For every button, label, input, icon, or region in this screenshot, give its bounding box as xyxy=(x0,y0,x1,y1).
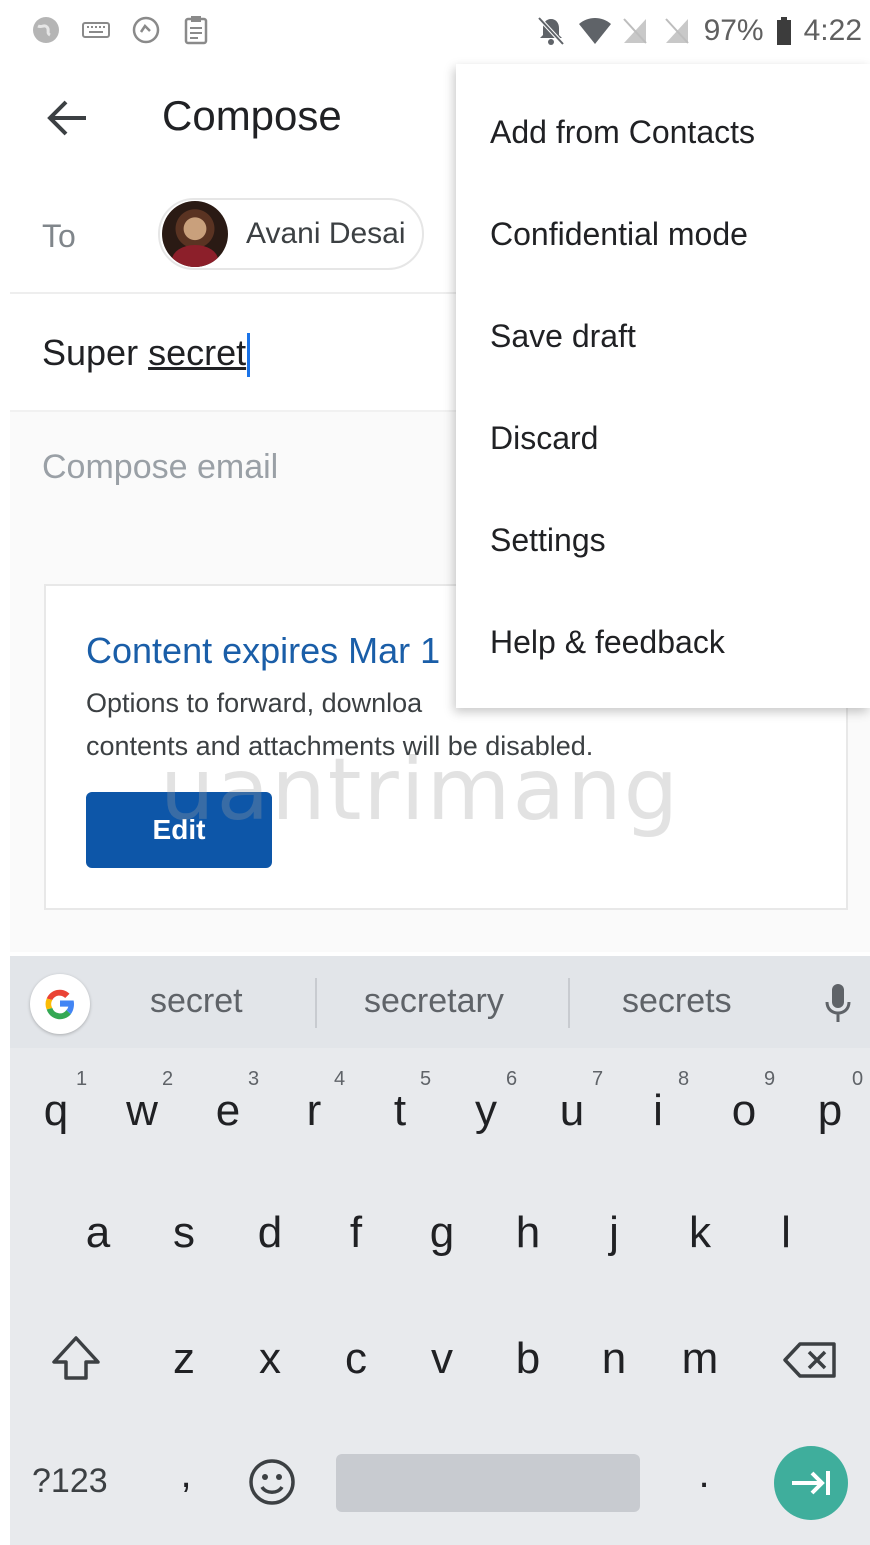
keyboard: secret secretary secrets q 1 w 2 e 3 r 4… xyxy=(10,956,870,1545)
data-saver-icon xyxy=(130,14,162,46)
emoji-icon[interactable] xyxy=(242,1456,302,1519)
suggestion-divider xyxy=(568,978,570,1028)
menu-item-settings[interactable]: Settings xyxy=(490,522,606,559)
menu-item-add-from-contacts[interactable]: Add from Contacts xyxy=(490,114,755,151)
key-j[interactable]: j xyxy=(584,1208,644,1258)
key-u[interactable]: u xyxy=(542,1086,602,1136)
key-hint-0: 0 xyxy=(852,1068,864,1090)
status-bar: 97% 4:22 xyxy=(0,0,870,64)
key-n[interactable]: n xyxy=(584,1334,644,1384)
battery-icon xyxy=(776,15,792,47)
key-i[interactable]: i xyxy=(628,1086,688,1136)
key-hint-6: 6 xyxy=(506,1068,518,1090)
key-hint-9: 9 xyxy=(764,1068,776,1090)
key-hint-4: 4 xyxy=(334,1068,346,1090)
key-s[interactable]: s xyxy=(154,1208,214,1258)
key-z[interactable]: z xyxy=(154,1334,214,1384)
key-hint-5: 5 xyxy=(420,1068,432,1090)
suggestion-2[interactable]: secretary xyxy=(364,982,504,1021)
confidential-title: Content expires Mar 1 xyxy=(86,630,441,671)
to-label: To xyxy=(42,218,76,254)
subject-field[interactable]: Super secret xyxy=(42,332,251,378)
key-p[interactable]: p xyxy=(800,1086,860,1136)
key-hint-2: 2 xyxy=(162,1068,174,1090)
avatar xyxy=(162,201,228,267)
backspace-icon[interactable] xyxy=(780,1340,840,1391)
space-bar[interactable] xyxy=(336,1454,640,1512)
period-key[interactable]: . xyxy=(674,1452,734,1497)
key-w[interactable]: w xyxy=(112,1086,172,1136)
compose-body-input[interactable]: Compose email xyxy=(42,448,278,487)
recipient-chip[interactable]: Avani Desai xyxy=(158,198,424,270)
key-h[interactable]: h xyxy=(498,1208,558,1258)
menu-item-discard[interactable]: Discard xyxy=(490,420,598,457)
suggestion-1[interactable]: secret xyxy=(150,982,243,1021)
key-y[interactable]: y xyxy=(456,1086,516,1136)
key-l[interactable]: l xyxy=(756,1208,816,1258)
back-arrow-icon[interactable] xyxy=(40,90,96,146)
symbols-key[interactable]: ?123 xyxy=(32,1462,108,1501)
menu-item-save-draft[interactable]: Save draft xyxy=(490,318,636,355)
page-title: Compose xyxy=(162,92,342,139)
key-hint-3: 3 xyxy=(248,1068,260,1090)
key-x[interactable]: x xyxy=(240,1334,300,1384)
key-t[interactable]: t xyxy=(370,1086,430,1136)
key-b[interactable]: b xyxy=(498,1334,558,1384)
wifi-icon xyxy=(578,15,611,47)
google-icon[interactable] xyxy=(30,974,90,1034)
clock: 4:22 xyxy=(803,14,862,47)
suggestion-3[interactable]: secrets xyxy=(622,982,732,1021)
subject-underlined-word: secret xyxy=(148,332,247,373)
key-a[interactable]: a xyxy=(68,1208,128,1258)
key-hint-1: 1 xyxy=(76,1068,88,1090)
globe-icon xyxy=(30,14,62,46)
suggestion-divider xyxy=(315,978,317,1028)
key-o[interactable]: o xyxy=(714,1086,774,1136)
key-e[interactable]: e xyxy=(198,1086,258,1136)
key-g[interactable]: g xyxy=(412,1208,472,1258)
key-d[interactable]: d xyxy=(240,1208,300,1258)
no-signal-icon xyxy=(620,15,650,47)
recipient-name: Avani Desai xyxy=(246,217,406,250)
clipboard-icon xyxy=(180,14,212,46)
microphone-icon[interactable] xyxy=(822,982,854,1026)
key-f[interactable]: f xyxy=(326,1208,386,1258)
no-signal-icon-2 xyxy=(662,15,692,47)
key-m[interactable]: m xyxy=(670,1334,730,1384)
key-v[interactable]: v xyxy=(412,1334,472,1384)
key-r[interactable]: r xyxy=(284,1086,344,1136)
key-c[interactable]: c xyxy=(326,1334,386,1384)
suggestion-strip: secret secretary secrets xyxy=(10,956,870,1048)
enter-next-icon[interactable] xyxy=(774,1446,848,1520)
text-cursor xyxy=(247,333,251,378)
menu-item-confidential-mode[interactable]: Confidential mode xyxy=(490,216,748,253)
key-hint-7: 7 xyxy=(592,1068,604,1090)
key-q[interactable]: q xyxy=(26,1086,86,1136)
watermark: uantrimang xyxy=(160,740,681,840)
subject-text: Super xyxy=(42,332,149,373)
shift-key[interactable] xyxy=(46,1334,106,1395)
menu-item-help-feedback[interactable]: Help & feedback xyxy=(490,624,725,661)
key-hint-8: 8 xyxy=(678,1068,690,1090)
overflow-menu: Add from Contacts Confidential mode Save… xyxy=(456,64,870,708)
battery-percent: 97% xyxy=(703,14,764,47)
key-k[interactable]: k xyxy=(670,1208,730,1258)
comma-key[interactable]: , xyxy=(156,1452,216,1497)
bell-off-icon xyxy=(536,15,566,47)
keyboard-icon xyxy=(80,14,112,46)
